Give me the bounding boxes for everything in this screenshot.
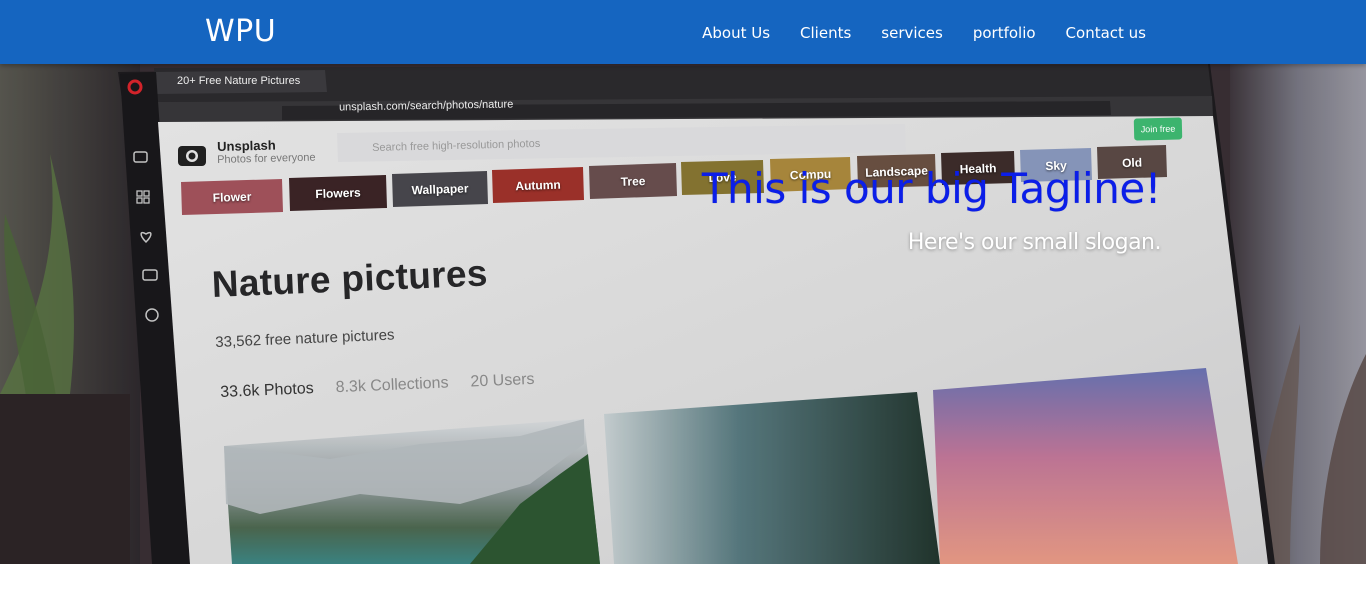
unsplash-brand: Unsplash xyxy=(217,137,276,154)
unsplash-join-button: Join free xyxy=(1133,117,1183,141)
category-chip: Flower xyxy=(212,189,252,205)
nav-item-services: services xyxy=(881,23,943,42)
category-chip: Wallpaper xyxy=(411,181,469,198)
top-navbar: WPU About Us Clients services portfolio … xyxy=(0,0,1366,64)
page-content-area xyxy=(0,564,1366,596)
hero-slogan: Here's our small slogan. xyxy=(907,230,1162,255)
nav-link-contact-us[interactable]: Contact us xyxy=(1066,24,1146,42)
unsplash-tagline: Photos for everyone xyxy=(217,151,316,166)
nav-item-about: About Us xyxy=(702,23,770,42)
nav-item-portfolio: portfolio xyxy=(973,23,1036,42)
brand-logo[interactable]: WPU xyxy=(205,14,276,49)
nav-link-portfolio[interactable]: portfolio xyxy=(973,24,1036,42)
nav-item-clients: Clients xyxy=(800,23,851,42)
nav-link-clients[interactable]: Clients xyxy=(800,24,851,42)
hero-jumbotron: 20+ Free Nature Pictures unsplash.com/se… xyxy=(0,64,1366,564)
nav-link-about-us[interactable]: About Us xyxy=(702,24,770,42)
category-chip: Flowers xyxy=(315,185,361,202)
category-chip: Autumn xyxy=(515,177,561,194)
nav-menu: About Us Clients services portfolio Cont… xyxy=(702,0,1146,64)
hero-tagline: This is our big Tagline! xyxy=(701,164,1162,213)
hero-text: This is our big Tagline! Here's our smal… xyxy=(701,164,1162,256)
nav-item-contact: Contact us xyxy=(1066,23,1146,42)
category-chip: Tree xyxy=(620,174,646,189)
nav-link-services[interactable]: services xyxy=(881,24,943,42)
browser-tab-title: 20+ Free Nature Pictures xyxy=(177,75,301,87)
result-tab-users: 20 Users xyxy=(470,370,535,391)
